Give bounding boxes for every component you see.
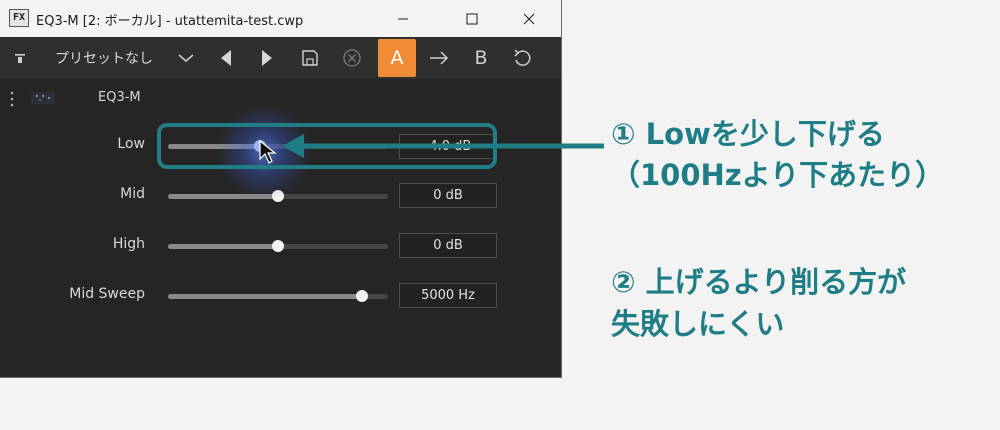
annotation-arrow <box>282 134 604 158</box>
mouse-pointer-icon <box>259 140 277 164</box>
annotation-step2: ② 上げるより削る方が <box>611 265 907 299</box>
annotation-step1-detail: （100Hzより下あたり） <box>611 158 945 192</box>
annotation-step1: ① Lowを少し下げる <box>611 117 885 151</box>
annotation-step2-detail: 失敗しにくい <box>611 307 785 341</box>
